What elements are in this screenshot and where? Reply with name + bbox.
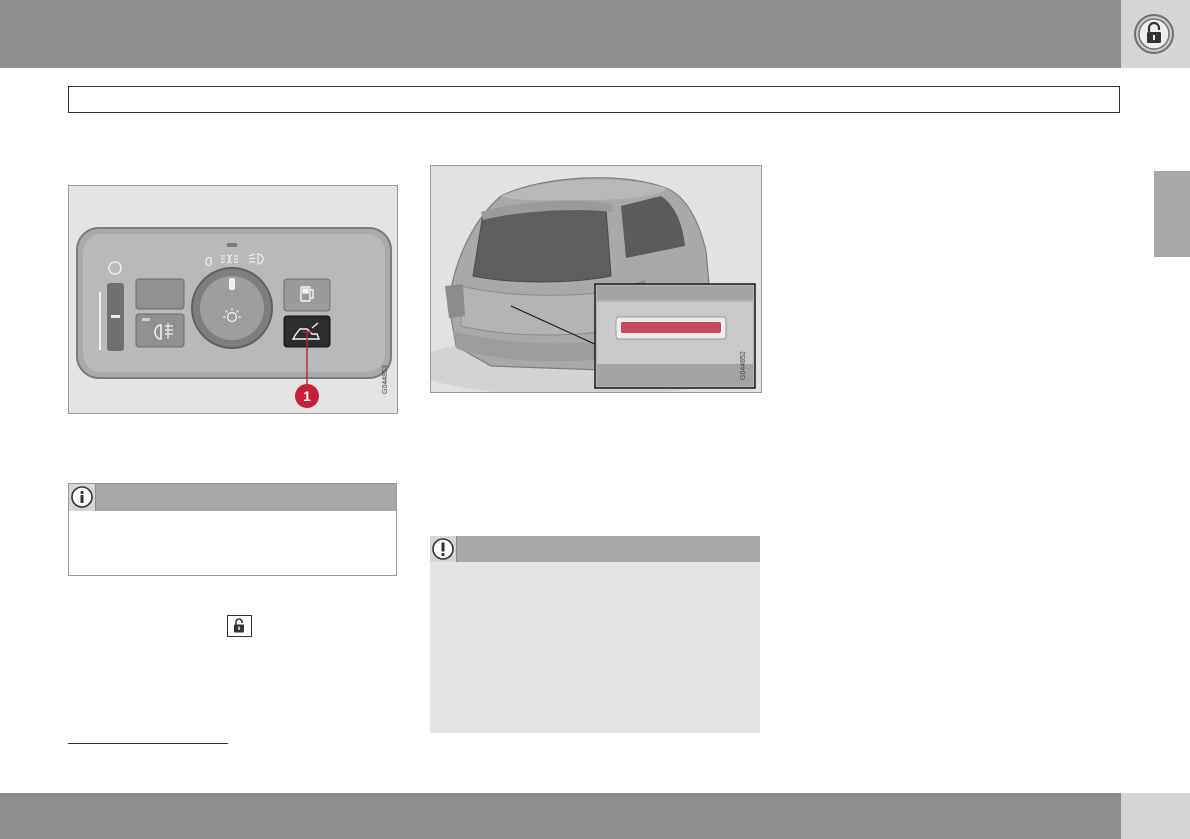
- footnote-divider: [68, 743, 228, 744]
- handle-rubber-pad: [621, 322, 721, 333]
- parking-light-icon: [221, 254, 238, 264]
- padlock-open-icon: [227, 615, 252, 637]
- info-note-box: [68, 483, 397, 576]
- info-icon: [69, 484, 96, 511]
- headlight-panel-figure: 0 1 G044853: [68, 185, 398, 414]
- header-band: [0, 0, 1121, 68]
- figure-code: G044853: [382, 365, 389, 394]
- figure-code: G044852: [740, 351, 747, 380]
- fuel-filler-button[interactable]: [283, 278, 331, 312]
- footer-band: [0, 793, 1121, 839]
- exclamation-icon: [430, 536, 457, 562]
- blank-button: [135, 278, 185, 310]
- warning-note-header: [430, 536, 760, 562]
- section-title-bar: [68, 86, 1120, 113]
- chapter-side-tab[interactable]: [1154, 171, 1190, 257]
- warning-note-box: [430, 536, 760, 733]
- callout-label-1: 1: [303, 388, 311, 404]
- dial-off-label: 0: [205, 254, 212, 269]
- page-number-tab: [1121, 793, 1190, 839]
- info-note-header: [69, 484, 396, 511]
- car-rear-figure: G044852: [430, 165, 762, 393]
- padlock-open-icon: [1134, 14, 1174, 54]
